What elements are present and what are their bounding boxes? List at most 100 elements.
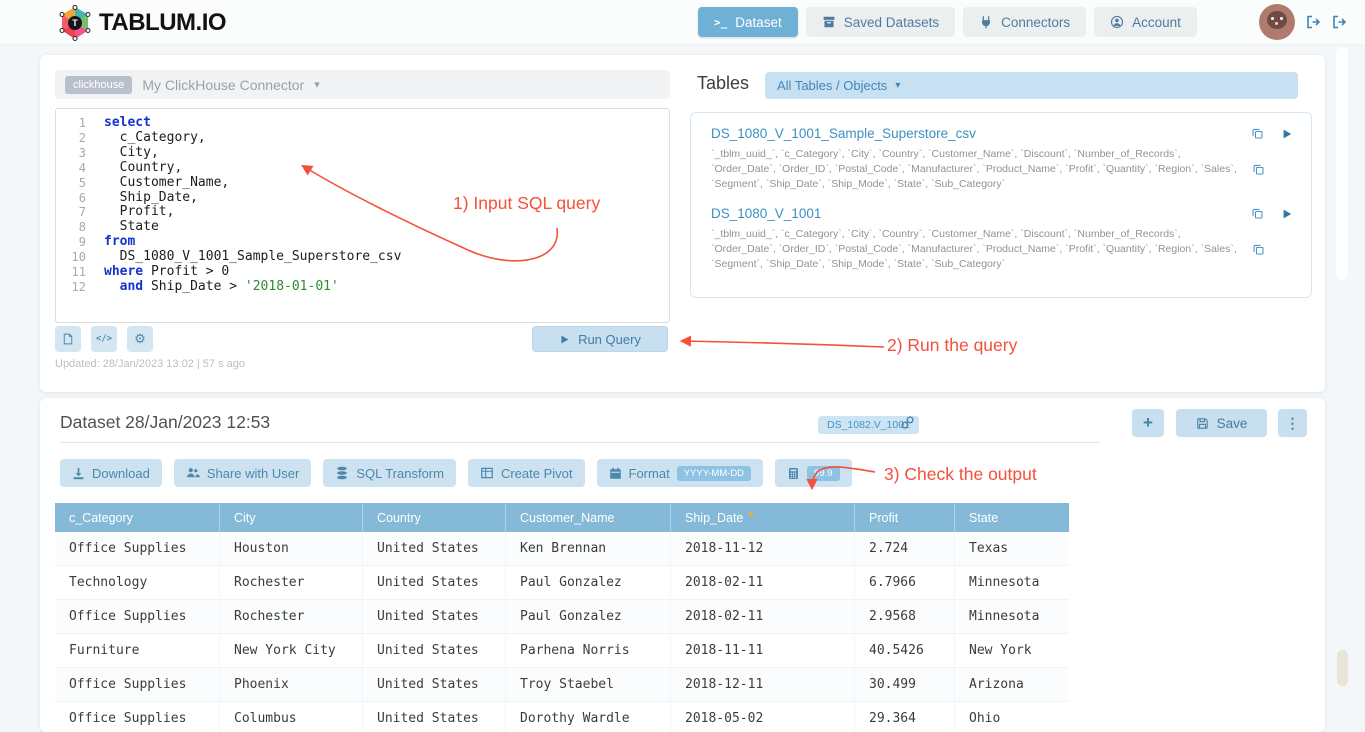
table-cell: 2018-11-12 xyxy=(671,532,855,565)
gear-icon: ⚙ xyxy=(134,331,146,347)
run-query-label: Run Query xyxy=(578,332,641,347)
create-pivot-button[interactable]: Create Pivot xyxy=(468,459,585,487)
nav-account-button[interactable]: Account xyxy=(1094,7,1197,37)
table-cell: Ohio xyxy=(955,702,1069,732)
download-label: Download xyxy=(92,466,150,481)
link-icon[interactable] xyxy=(900,415,915,430)
connector-type-badge: clickhouse xyxy=(65,76,132,94)
table-link[interactable]: DS_1080_V_1001_Sample_Superstore_csv xyxy=(711,126,1251,141)
plug-icon xyxy=(979,15,993,29)
table-cell: Minnesota xyxy=(955,566,1069,599)
nav-dataset-button[interactable]: >_ Dataset xyxy=(698,7,798,37)
tables-filter-label: All Tables / Objects xyxy=(777,78,887,93)
table-columns: `_tblm_uuid_`, `c_Category`, `City`, `Co… xyxy=(711,147,1252,192)
pivot-table-icon xyxy=(480,466,494,480)
table-cell: Dorothy Wardle xyxy=(506,702,671,732)
run-query-button[interactable]: Run Query xyxy=(532,326,668,352)
table-cell: Rochester xyxy=(220,566,363,599)
grid-header-cell[interactable]: Customer_Name xyxy=(506,503,671,532)
table-cell: 2018-05-02 xyxy=(671,702,855,732)
calculator-icon xyxy=(787,467,800,480)
grid-header-cell[interactable]: c_Category xyxy=(55,503,220,532)
title-divider xyxy=(60,442,1100,443)
table-cell: Paul Gonzalez xyxy=(506,600,671,633)
sql-gutter: 123456789101112 xyxy=(56,109,94,322)
format-pattern-badge: YYYY-MM-DD xyxy=(677,466,751,481)
play-icon xyxy=(559,334,570,345)
terminal-icon: >_ xyxy=(714,16,727,29)
page-scrollbar-thumb[interactable] xyxy=(1337,650,1348,686)
tablum-logo-icon: T xyxy=(58,5,92,41)
table-list-item: DS_1080_V_1001 `_tblm_uuid_`, `c_Categor… xyxy=(711,206,1293,272)
copy-icon[interactable] xyxy=(1251,127,1264,140)
archive-icon xyxy=(822,15,836,29)
sql-code[interactable]: select c_Category, City, Country, Custom… xyxy=(94,109,669,322)
chevron-down-icon: ▾ xyxy=(895,80,900,91)
page-scrollbar-track xyxy=(1336,47,1348,280)
tables-filter-select[interactable]: All Tables / Objects ▾ xyxy=(765,72,1298,99)
download-button[interactable]: Download xyxy=(60,459,162,487)
grid-header-cell[interactable]: Profit xyxy=(855,503,955,532)
more-options-button[interactable]: ⋮ xyxy=(1278,409,1307,437)
copy-columns-icon[interactable] xyxy=(1252,163,1265,176)
sql-editor[interactable]: 123456789101112 select c_Category, City,… xyxy=(55,108,670,323)
avatar[interactable] xyxy=(1259,4,1295,40)
table-cell: Paul Gonzalez xyxy=(506,566,671,599)
table-cell: United States xyxy=(363,566,506,599)
brand-logo[interactable]: T TABLUM.IO xyxy=(58,5,226,41)
settings-button[interactable]: ⚙ xyxy=(127,326,153,352)
add-button[interactable]: + xyxy=(1132,409,1164,437)
table-cell: 2018-12-11 xyxy=(671,668,855,701)
play-icon[interactable] xyxy=(1281,128,1293,140)
grid-header-cell[interactable]: City xyxy=(220,503,363,532)
share-label: Share with User xyxy=(207,466,299,481)
table-columns: `_tblm_uuid_`, `c_Category`, `City`, `Co… xyxy=(711,227,1252,272)
decimal-pattern-badge: 99.9 xyxy=(807,466,840,481)
file-icon xyxy=(62,332,74,346)
table-cell: Arizona xyxy=(955,668,1069,701)
table-cell: Furniture xyxy=(55,634,220,667)
table-cell: United States xyxy=(363,702,506,732)
svg-text:T: T xyxy=(72,18,78,28)
table-cell: Troy Staebel xyxy=(506,668,671,701)
updated-timestamp: Updated: 28/Jan/2023 13:02 | 57 s ago xyxy=(55,358,245,370)
grid-header-cell[interactable]: Country xyxy=(363,503,506,532)
save-label: Save xyxy=(1217,416,1248,431)
sort-marker-icon xyxy=(749,512,753,516)
connector-select[interactable]: clickhouse My ClickHouse Connector ▾ xyxy=(55,70,670,99)
users-icon xyxy=(186,466,200,480)
logout-alt-icon[interactable] xyxy=(1331,14,1347,30)
logout-icon[interactable] xyxy=(1305,14,1321,30)
decimal-format-button[interactable]: 99.9 xyxy=(775,459,852,487)
copy-columns-icon[interactable] xyxy=(1252,243,1265,256)
share-button[interactable]: Share with User xyxy=(174,459,311,487)
dataset-card: Dataset 28/Jan/2023 12:53 DS_1082.V_1001… xyxy=(40,398,1325,732)
table-cell: Office Supplies xyxy=(55,532,220,565)
brand-text: TABLUM.IO xyxy=(99,9,226,37)
nav-connectors-button[interactable]: Connectors xyxy=(963,7,1086,37)
sql-transform-button[interactable]: SQL Transform xyxy=(323,459,456,487)
copy-icon[interactable] xyxy=(1251,207,1264,220)
play-icon[interactable] xyxy=(1281,208,1293,220)
table-link[interactable]: DS_1080_V_1001 xyxy=(711,206,1251,221)
new-query-button[interactable] xyxy=(55,326,81,352)
tables-title: Tables xyxy=(697,73,749,94)
code-button[interactable]: </> xyxy=(91,326,117,352)
nav-dataset-label: Dataset xyxy=(735,15,782,30)
format-label: Format xyxy=(629,466,670,481)
grid-header-cell[interactable]: State xyxy=(955,503,1069,532)
table-cell: Columbus xyxy=(220,702,363,732)
query-card: clickhouse My ClickHouse Connector ▾ 123… xyxy=(40,55,1325,392)
table-cell: Ken Brennan xyxy=(506,532,671,565)
table-cell: 2.9568 xyxy=(855,600,955,633)
save-button[interactable]: Save xyxy=(1176,409,1267,437)
download-icon xyxy=(72,467,85,480)
table-cell: 29.364 xyxy=(855,702,955,732)
grid-header-cell[interactable]: Ship_Date xyxy=(671,503,855,532)
table-row: TechnologyRochesterUnited StatesPaul Gon… xyxy=(55,566,1069,600)
nav-saved-datasets-button[interactable]: Saved Datasets xyxy=(806,7,955,37)
connector-name: My ClickHouse Connector xyxy=(142,77,304,93)
table-cell: 2018-02-11 xyxy=(671,600,855,633)
table-cell: United States xyxy=(363,634,506,667)
format-button[interactable]: Format YYYY-MM-DD xyxy=(597,459,764,487)
